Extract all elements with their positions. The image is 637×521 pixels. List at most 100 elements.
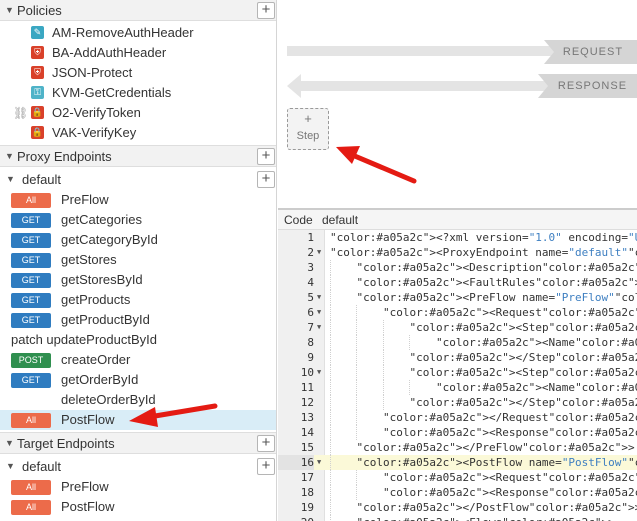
- policy-item[interactable]: ⛨ BA-AddAuthHeader: [0, 43, 276, 63]
- flow-label: PostFlow: [61, 412, 115, 427]
- add-proxy-endpoint-button[interactable]: +: [257, 148, 275, 165]
- proxy-endpoint-default[interactable]: ▼ default +: [0, 170, 276, 190]
- caret-down-icon[interactable]: ▼: [6, 174, 15, 184]
- method-badge: GET: [11, 233, 51, 248]
- fold-toggle-icon[interactable]: ▼: [317, 245, 321, 260]
- code-text: "color:#a05a2c"></PreFlow"color:#a05a2c"…: [356, 441, 635, 454]
- code-line: 18 "color:#a05a2c"><Response"color:#a05a…: [278, 485, 637, 500]
- policy-label: KVM-GetCredentials: [52, 85, 172, 100]
- flow-item[interactable]: GET getProducts: [0, 290, 276, 310]
- target-endpoints-title: Target Endpoints: [17, 436, 115, 451]
- line-number: 2: [307, 246, 314, 259]
- response-label: RESPONSE: [557, 80, 628, 92]
- target-endpoints-section-header[interactable]: ▼ Target Endpoints +: [0, 432, 276, 454]
- policies-title: Policies: [17, 3, 62, 18]
- line-number: 8: [307, 336, 314, 349]
- code-line: 3 "color:#a05a2c"><Description"color:#a0…: [278, 260, 637, 275]
- code-line: 19 "color:#a05a2c"></PostFlow"color:#a05…: [278, 500, 637, 515]
- flow-item[interactable]: All PreFlow: [0, 477, 276, 497]
- line-number: 17: [300, 471, 314, 484]
- target-endpoint-default[interactable]: ▼ default +: [0, 457, 276, 477]
- policies-section-header[interactable]: ▼ Policies +: [0, 0, 276, 21]
- flow-item[interactable]: All PreFlow: [0, 190, 276, 210]
- add-policy-button[interactable]: +: [257, 2, 275, 19]
- add-step-button[interactable]: + Step: [287, 108, 329, 150]
- policy-label: BA-AddAuthHeader: [52, 45, 167, 60]
- policy-item[interactable]: ⚿ KVM-GetCredentials: [0, 83, 276, 103]
- policy-label: O2-VerifyToken: [52, 105, 141, 120]
- flow-item[interactable]: GET getCategoryById: [0, 230, 276, 250]
- code-editor[interactable]: 1 "color:#a05a2c"><?xml version="1.0" enc…: [278, 230, 637, 521]
- policy-item[interactable]: 🔒 VAK-VerifyKey: [0, 123, 276, 143]
- flow-item[interactable]: GET getProductById: [0, 310, 276, 330]
- fold-toggle-icon[interactable]: ▼: [317, 455, 321, 470]
- line-number: 13: [300, 411, 314, 424]
- fold-toggle-icon[interactable]: ▼: [317, 305, 321, 320]
- link-icon: ⛓: [13, 106, 29, 120]
- policy-label: AM-RemoveAuthHeader: [52, 25, 194, 40]
- code-line: 11 "color:#a05a2c"><Name"color:#a05a2c">…: [278, 380, 637, 395]
- method-badge: DELETE: [13, 395, 49, 405]
- line-number: 20: [278, 515, 314, 521]
- line-number: 12: [300, 396, 314, 409]
- caret-down-icon[interactable]: ▼: [5, 151, 14, 161]
- flow-label: getProductById: [61, 312, 150, 327]
- line-number: 1: [307, 231, 314, 244]
- code-tab[interactable]: Code: [284, 213, 313, 227]
- code-line: 15 "color:#a05a2c"></PreFlow"color:#a05a…: [278, 440, 637, 455]
- policy-item[interactable]: ⛓ 🔒 O2-VerifyToken: [0, 103, 276, 123]
- verify-key-icon: 🔒: [31, 126, 44, 139]
- flow-label: getStoresById: [61, 272, 143, 287]
- code-line: 17 "color:#a05a2c"><Request"color:#a05a2…: [278, 470, 637, 485]
- code-text: "color:#a05a2c"><ProxyEndpoint name="def…: [330, 246, 637, 259]
- add-flow-button[interactable]: +: [257, 171, 275, 188]
- flow-item[interactable]: All PostFlow: [0, 410, 276, 430]
- code-file-name: default: [322, 213, 359, 227]
- flow-label: getProducts: [61, 292, 131, 307]
- fold-toggle-icon[interactable]: ▼: [317, 365, 321, 380]
- code-text: "color:#a05a2c"><Name"color:#a05a2c">>VA…: [435, 336, 637, 349]
- add-target-flow-button[interactable]: +: [257, 458, 275, 475]
- proxy-endpoints-section-header[interactable]: ▼ Proxy Endpoints +: [0, 145, 276, 167]
- flow-item[interactable]: POST createOrder: [0, 350, 276, 370]
- code-text: "color:#a05a2c"><Step"color:#a05a2c">>: [409, 321, 637, 334]
- caret-down-icon[interactable]: ▼: [5, 5, 14, 15]
- code-line: 20 "color:#a05a2c"><Flows"color:#a05a2c"…: [278, 515, 637, 521]
- policy-item[interactable]: ✎ AM-RemoveAuthHeader: [0, 23, 276, 43]
- code-line: 2 ▼ "color:#a05a2c"><ProxyEndpoint name="d…: [278, 245, 637, 260]
- method-badge: GET: [11, 253, 51, 268]
- line-number: 5: [307, 291, 314, 304]
- fold-toggle-icon[interactable]: ▼: [317, 290, 321, 305]
- flow-label: getStores: [61, 252, 117, 267]
- code-text: "color:#a05a2c"><Response"color:#a05a2c"…: [382, 426, 637, 439]
- code-text: "color:#a05a2c"></Request"color:#a05a2c"…: [382, 411, 637, 424]
- flow-label: getOrderById: [61, 372, 139, 387]
- flow-label: PreFlow: [61, 192, 109, 207]
- basic-auth-icon: ⛨: [31, 46, 44, 59]
- code-line: 16 ▼ "color:#a05a2c"><PostFlow name="Post…: [278, 455, 637, 470]
- flow-item[interactable]: GET getStores: [0, 250, 276, 270]
- code-header: Code default: [278, 210, 637, 230]
- flow-item[interactable]: All PostFlow: [0, 497, 276, 517]
- add-target-endpoint-button[interactable]: +: [257, 435, 275, 452]
- fold-toggle-icon[interactable]: ▼: [317, 320, 321, 335]
- plus-icon: +: [304, 111, 312, 126]
- flow-item[interactable]: GET getStoresById: [0, 270, 276, 290]
- line-number: 15: [300, 441, 314, 454]
- method-badge: All: [11, 413, 51, 428]
- flow-item[interactable]: GET getCategories: [0, 210, 276, 230]
- method-badge: GET: [11, 213, 51, 228]
- flow-label: deleteOrderById: [61, 392, 156, 407]
- code-text: "color:#a05a2c"><Request"color:#a05a2c">…: [382, 306, 637, 319]
- flow-label: getCategoryById: [61, 232, 158, 247]
- code-line: 1 "color:#a05a2c"><?xml version="1.0" enc…: [278, 230, 637, 245]
- flow-item[interactable]: DELETE deleteOrderById: [0, 390, 276, 410]
- flow-item[interactable]: GET getOrderById: [0, 370, 276, 390]
- caret-down-icon[interactable]: ▼: [5, 438, 14, 448]
- caret-down-icon[interactable]: ▼: [6, 461, 15, 471]
- flow-item[interactable]: patch updateProductById: [0, 330, 276, 350]
- policy-item[interactable]: ⛨ JSON-Protect: [0, 63, 276, 83]
- proxy-endpoint-name: default: [22, 172, 62, 187]
- flow-label: createOrder: [61, 352, 131, 367]
- line-number: 4: [307, 276, 314, 289]
